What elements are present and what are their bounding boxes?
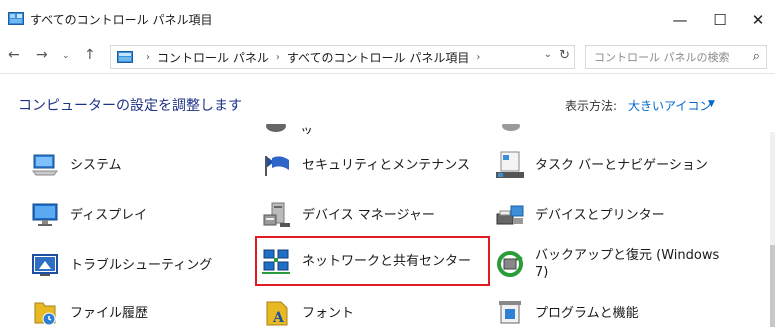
- breadcrumb-all-items[interactable]: すべてのコントロール パネル項目: [287, 49, 470, 66]
- address-dropdown-button[interactable]: ⌄: [544, 49, 552, 60]
- maximize-button[interactable]: ☐: [700, 6, 740, 34]
- window-title: すべてのコントロール パネル項目: [30, 13, 213, 27]
- recent-locations-button[interactable]: ⌄: [62, 51, 70, 61]
- troubleshooting-icon: [30, 250, 60, 280]
- page-title: コンピューターの設定を調整します: [18, 98, 242, 114]
- item-devices-printers[interactable]: デバイスとプリンター: [495, 198, 665, 232]
- item-fonts[interactable]: A フォント: [262, 296, 354, 327]
- item-troubleshooting[interactable]: トラブルシューティング: [30, 248, 212, 282]
- partial-item-icon: [497, 124, 537, 136]
- close-button[interactable]: ✕: [738, 6, 775, 34]
- highlight-box: [255, 236, 490, 286]
- item-label: タスク バーとナビゲーション: [535, 157, 708, 173]
- system-icon: [30, 150, 60, 180]
- devices-printers-icon: [495, 200, 525, 230]
- breadcrumb-separator: ›: [275, 51, 280, 63]
- item-label: フォント: [302, 305, 355, 321]
- breadcrumb-separator: ›: [476, 51, 481, 63]
- search-icon[interactable]: ⌕: [753, 49, 760, 64]
- item-system[interactable]: システム: [30, 148, 122, 182]
- item-backup-restore[interactable]: バックアップと復元 (Windows 7): [495, 244, 725, 284]
- minimize-button[interactable]: —: [660, 6, 700, 34]
- breadcrumb-separator: ›: [146, 51, 150, 63]
- view-by-dropdown[interactable]: 大きいアイコン: [628, 97, 711, 114]
- control-panel-icon: [117, 51, 133, 63]
- programs-features-icon: [495, 298, 525, 327]
- item-file-history[interactable]: ファイル履歴: [30, 296, 148, 327]
- navigation-bar: ← → ⌄ ↑ › コントロール パネル › すべてのコントロール パネル項目 …: [0, 38, 775, 74]
- search-box[interactable]: ⌕: [585, 45, 767, 69]
- item-label: デバイスとプリンター: [535, 207, 665, 223]
- item-label: システム: [70, 157, 122, 173]
- item-programs-features[interactable]: プログラムと機能: [495, 296, 639, 327]
- file-history-icon: [30, 298, 60, 327]
- item-label: トラブルシューティング: [70, 257, 213, 273]
- forward-button[interactable]: →: [36, 47, 48, 63]
- taskbar-icon: [495, 150, 525, 180]
- backup-restore-icon: [495, 249, 525, 279]
- security-flag-icon: [262, 150, 292, 180]
- item-taskbar-navigation[interactable]: タスク バーとナビゲーション: [495, 148, 708, 182]
- refresh-button[interactable]: ↻: [559, 48, 570, 63]
- view-by-label: 表示方法:: [565, 99, 618, 113]
- breadcrumb-control-panel[interactable]: コントロール パネル: [157, 49, 269, 66]
- item-security-maintenance[interactable]: セキュリティとメンテナンス: [262, 148, 470, 182]
- item-label: バックアップと復元 (Windows 7): [535, 248, 720, 280]
- item-device-manager[interactable]: デバイス マネージャー: [262, 198, 435, 232]
- item-label: ファイル履歴: [70, 305, 149, 321]
- item-label: セキュリティとメンテナンス: [302, 157, 470, 173]
- item-label: デバイス マネージャー: [302, 207, 435, 223]
- item-label: ディスプレイ: [70, 207, 148, 223]
- chevron-down-icon[interactable]: ▼: [708, 99, 715, 109]
- svg-text:A: A: [272, 310, 285, 326]
- item-label: プログラムと機能: [535, 305, 639, 321]
- back-button[interactable]: ←: [8, 47, 20, 63]
- partial-item-label: ッ: [300, 124, 314, 134]
- fonts-icon: A: [262, 298, 292, 327]
- search-input[interactable]: [594, 50, 739, 64]
- title-bar: すべてのコントロール パネル項目 — ☐ ✕: [0, 0, 775, 38]
- scrollbar-thumb[interactable]: [770, 245, 775, 327]
- device-manager-icon: [262, 200, 292, 230]
- control-panel-icon: [8, 12, 24, 25]
- display-icon: [30, 200, 60, 230]
- partial-item-icon: [262, 124, 302, 136]
- up-button[interactable]: ↑: [84, 47, 96, 63]
- address-bar[interactable]: › コントロール パネル › すべてのコントロール パネル項目 › ⌄ ↻: [110, 45, 575, 69]
- item-display[interactable]: ディスプレイ: [30, 198, 147, 232]
